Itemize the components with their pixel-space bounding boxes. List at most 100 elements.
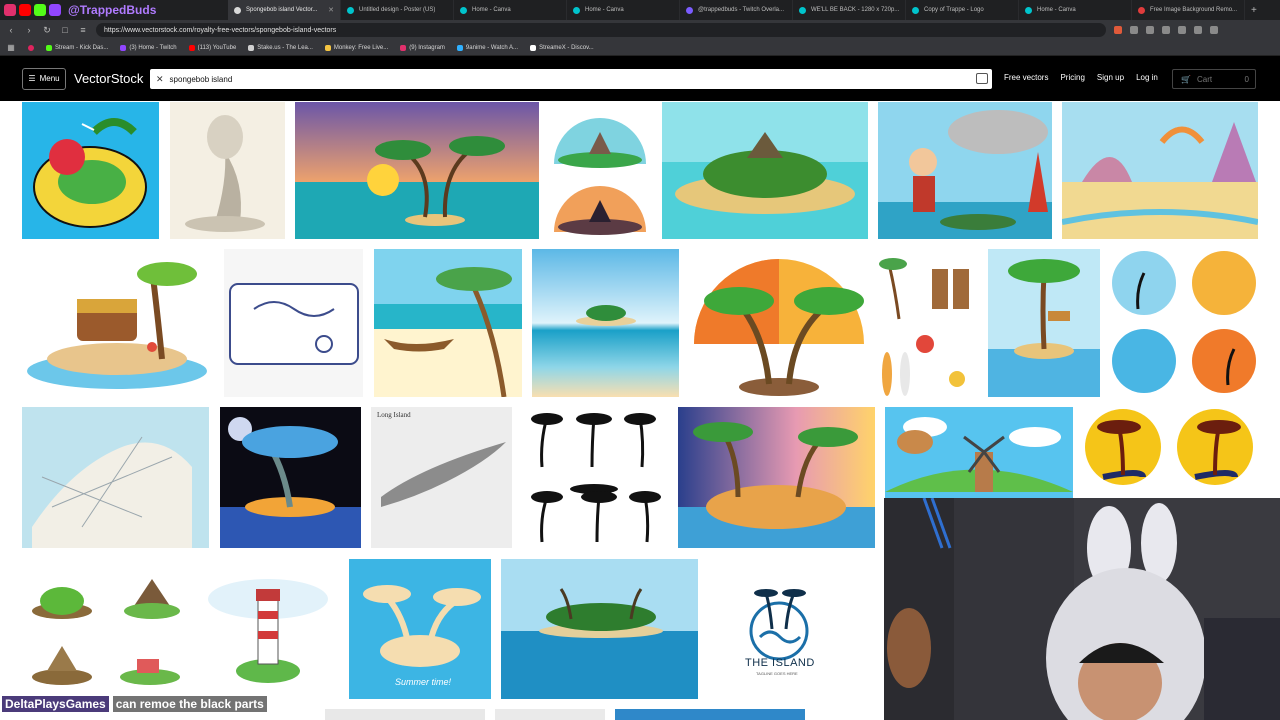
vector-thumbnail[interactable] <box>295 102 539 239</box>
vector-thumbnail[interactable] <box>224 249 363 397</box>
tab-title: Copy of Trappe - Logo <box>924 7 984 13</box>
vector-thumbnail[interactable] <box>22 407 209 548</box>
vector-thumbnail[interactable] <box>325 709 485 720</box>
extension-icon[interactable] <box>1146 26 1154 34</box>
image-caption: TAGLINE GOES HERE <box>756 671 798 676</box>
vector-thumbnail[interactable] <box>532 249 679 397</box>
new-tab-icon[interactable]: + <box>1251 5 1257 16</box>
vector-thumbnail[interactable]: Summer time! <box>349 559 491 699</box>
browser-tab[interactable]: Spongebob island Vector... ✕ <box>228 0 341 20</box>
browser-tab[interactable]: Untitled design - Poster (US) <box>341 0 454 20</box>
more-icon[interactable] <box>1210 26 1218 34</box>
bookmarks-bar: ▦ Stream - Kick Das... (3) Home - Twitch (… <box>0 40 1280 56</box>
forward-icon[interactable]: › <box>24 25 34 35</box>
tab-favicon-icon <box>347 6 354 14</box>
menu-button[interactable]: ☰ Menu <box>22 67 66 90</box>
bookmark-icon[interactable]: □ <box>60 25 70 35</box>
vector-thumbnail[interactable] <box>22 559 184 691</box>
tab-title: Free Image Background Remo... <box>1150 7 1238 13</box>
link-log-in[interactable]: Log in <box>1136 73 1158 82</box>
vector-thumbnail[interactable] <box>522 407 668 548</box>
bookmark-item[interactable]: StreameX - Discov... <box>530 44 594 51</box>
vector-thumbnail[interactable] <box>885 407 1073 499</box>
close-tab-icon[interactable]: ✕ <box>328 6 334 14</box>
image-caption: THE ISLAND <box>745 657 815 669</box>
bookmark-item[interactable]: (9) Instagram <box>400 44 445 51</box>
browser-tab[interactable]: Home - Canva <box>454 0 567 20</box>
bookmark-item[interactable]: (113) YouTube <box>188 44 237 51</box>
vector-thumbnail[interactable] <box>22 102 159 239</box>
bookmark-favicon-icon <box>120 44 127 51</box>
vector-thumbnail[interactable]: Long Island <box>371 407 512 548</box>
link-free-vectors[interactable]: Free vectors <box>1004 73 1048 82</box>
vector-thumbnail[interactable] <box>22 249 213 397</box>
bookmark-dot-icon[interactable] <box>28 44 34 51</box>
vector-thumbnail[interactable] <box>615 709 805 720</box>
vector-thumbnail[interactable] <box>1108 249 1258 397</box>
image-search-icon[interactable] <box>976 73 988 84</box>
vector-thumbnail[interactable] <box>988 249 1100 397</box>
header-links: Free vectors Pricing Sign up Log in <box>1004 73 1158 82</box>
webcam-overlay <box>884 498 1280 720</box>
vector-thumbnail[interactable] <box>374 249 522 397</box>
bookmark-label: 9anime - Watch A... <box>465 44 519 51</box>
bookmark-item[interactable]: Monkey: Free Live... <box>324 44 389 51</box>
reload-icon[interactable]: ↻ <box>42 25 52 36</box>
back-icon[interactable]: ‹ <box>6 25 16 35</box>
vector-thumbnail[interactable] <box>501 559 698 699</box>
bookmark-label: (3) Home - Twitch <box>129 44 177 51</box>
browser-tab[interactable]: WE'LL BE BACK - 1280 x 720p... <box>793 0 906 20</box>
vector-thumbnail[interactable] <box>662 102 868 239</box>
twitch-icon <box>49 4 61 16</box>
browser-tab[interactable]: Home - Canva <box>567 0 680 20</box>
link-sign-up[interactable]: Sign up <box>1097 73 1124 82</box>
profile-icon[interactable] <box>1194 26 1202 34</box>
bookmark-label: Stake.us - The Lea... <box>257 44 313 51</box>
extension-icon[interactable] <box>1178 26 1186 34</box>
chat-username: DeltaPlaysGames <box>2 696 109 712</box>
tab-title: Home - Canva <box>1037 7 1076 13</box>
kick-icon <box>34 4 46 16</box>
bookmark-item[interactable]: 9anime - Watch A... <box>456 44 519 51</box>
vector-thumbnail[interactable] <box>877 249 977 397</box>
browser-tab[interactable]: Copy of Trappe - Logo <box>906 0 1019 20</box>
bookmark-item[interactable]: Stake.us - The Lea... <box>248 44 313 51</box>
tab-title: Untitled design - Poster (US) <box>359 7 436 13</box>
link-pricing[interactable]: Pricing <box>1060 73 1084 82</box>
browser-tab[interactable]: Free Image Background Remo... <box>1132 0 1245 20</box>
search-input[interactable]: ✕ spongebob island <box>150 69 992 89</box>
vector-thumbnail[interactable]: THE ISLAND TAGLINE GOES HERE <box>708 559 851 699</box>
streamer-name: @TrappedBuds <box>68 3 157 17</box>
vector-thumbnail[interactable] <box>689 249 867 397</box>
vector-thumbnail[interactable] <box>878 102 1052 239</box>
download-icon[interactable] <box>1162 26 1170 34</box>
browser-tab[interactable]: @trappedbuds - Twitch Overla... <box>680 0 793 20</box>
vector-thumbnail[interactable] <box>549 102 652 239</box>
vector-thumbnail[interactable] <box>220 407 361 548</box>
tab-favicon-icon <box>1025 6 1032 14</box>
cart-button[interactable]: 🛒 Cart 0 <box>1172 69 1256 89</box>
extension-icon[interactable] <box>1130 26 1138 34</box>
bookmark-label: (113) YouTube <box>197 44 237 51</box>
vector-thumbnail[interactable] <box>170 102 285 239</box>
url-field[interactable]: https://www.vectorstock.com/royalty-free… <box>96 23 1106 37</box>
tab-title: Home - Canva <box>472 7 511 13</box>
tab-title: Home - Canva <box>585 7 624 13</box>
site-header: ☰ Menu VectorStock ✕ spongebob island Fr… <box>0 56 1280 101</box>
site-logo[interactable]: VectorStock <box>74 71 143 86</box>
bookmark-label: Stream - Kick Das... <box>55 44 109 51</box>
extension-icon[interactable] <box>1114 26 1122 34</box>
bookmark-item[interactable]: Stream - Kick Das... <box>46 44 109 51</box>
site-info-icon[interactable]: ≡ <box>78 25 88 35</box>
vector-thumbnail[interactable] <box>678 407 875 548</box>
vector-thumbnail[interactable] <box>196 559 339 691</box>
apps-grid-icon[interactable]: ▦ <box>6 43 16 52</box>
bookmark-label: (9) Instagram <box>409 44 445 51</box>
vector-thumbnail[interactable] <box>1083 407 1258 499</box>
vector-thumbnail[interactable] <box>495 709 605 720</box>
vector-thumbnail[interactable] <box>1062 102 1258 239</box>
browser-tab[interactable]: Home - Canva <box>1019 0 1132 20</box>
bookmark-item[interactable]: (3) Home - Twitch <box>120 44 177 51</box>
bookmark-label: Monkey: Free Live... <box>333 44 389 51</box>
clear-search-icon[interactable]: ✕ <box>156 74 164 85</box>
